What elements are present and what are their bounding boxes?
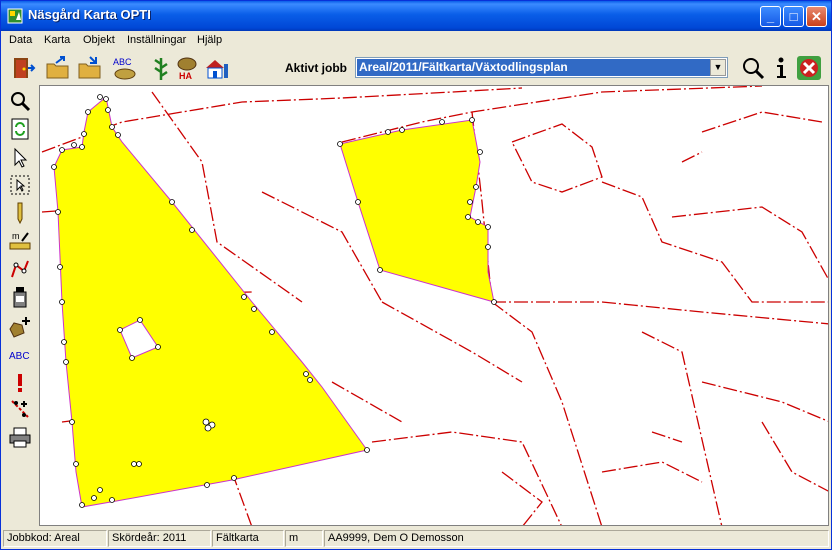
active-job-value: Areal/2011/Fältkarta/Växtodlingsplan: [357, 59, 711, 76]
side-draw-button[interactable]: [8, 201, 32, 225]
zoom-button[interactable]: [739, 54, 767, 82]
side-zoom-button[interactable]: [8, 89, 32, 113]
status-karta: Fältkarta: [212, 530, 284, 547]
hectare-icon: HA: [177, 57, 197, 81]
side-line-edit-button[interactable]: [8, 257, 32, 281]
menu-hjalp[interactable]: Hjälp: [197, 34, 222, 46]
active-job-select[interactable]: Areal/2011/Fältkarta/Växtodlingsplan ▼: [355, 57, 728, 78]
side-measure-button[interactable]: m: [8, 229, 32, 253]
info-icon: [777, 57, 786, 78]
active-job-label: Aktivt jobb: [285, 61, 347, 75]
side-text-button[interactable]: ABC: [8, 343, 32, 367]
svg-text:m: m: [12, 231, 20, 241]
info-button[interactable]: [767, 54, 795, 82]
print-icon: [9, 427, 31, 448]
side-select-button[interactable]: [8, 146, 32, 170]
select-arrow-icon: [14, 147, 28, 168]
labels-button[interactable]: ABC: [111, 54, 139, 82]
menu-objekt[interactable]: Objekt: [83, 34, 115, 46]
close-map-button[interactable]: [795, 54, 823, 82]
zoom-icon: [11, 92, 31, 112]
text-labels-icon: ABC: [113, 57, 136, 80]
sample-bottle-icon: [13, 287, 27, 308]
status-skordear: Skördeår: 2011: [108, 530, 211, 547]
field-polygon-large[interactable]: [53, 96, 368, 508]
menu-installningar[interactable]: Inställningar: [127, 34, 186, 46]
text-icon: ABC: [9, 351, 30, 362]
line-edit-icon: [11, 260, 29, 278]
zoom-icon: [743, 58, 765, 80]
window-title: Näsgård Karta OPTI: [28, 7, 151, 22]
status-jobbkod: Jobbkod: Areal: [3, 530, 107, 547]
side-sample-button[interactable]: [8, 285, 32, 309]
add-field-icon: [9, 317, 30, 338]
close-icon: ✕: [811, 9, 822, 24]
close-map-icon: [797, 56, 821, 80]
maximize-icon: □: [789, 9, 798, 24]
save-folder-icon: [78, 56, 101, 79]
warning-icon: [18, 374, 22, 392]
dropdown-arrow-icon[interactable]: ▼: [710, 59, 726, 76]
status-user: AA9999, Dem O Demosson: [324, 530, 829, 547]
open-button[interactable]: [44, 54, 72, 82]
status-bar: Jobbkod: Areal Skördeår: 2011 Fältkarta …: [1, 528, 831, 549]
open-folder-icon: [46, 56, 69, 79]
pencil-icon: [17, 202, 23, 225]
door-exit-icon: [14, 58, 36, 78]
status-unit: m: [285, 530, 323, 547]
map-canvas[interactable]: [39, 85, 829, 526]
select-area-icon: [10, 175, 30, 195]
crop-plant-icon: [154, 58, 168, 80]
side-select-area-button[interactable]: [8, 173, 32, 197]
side-toolbar: m ABC: [5, 87, 35, 523]
measure-icon: m: [9, 231, 31, 250]
svg-text:ABC: ABC: [113, 57, 132, 67]
side-warning-button[interactable]: [8, 371, 32, 395]
field-map: [41, 86, 828, 525]
maximize-button[interactable]: □: [783, 6, 804, 27]
exit-button[interactable]: [8, 54, 36, 82]
refresh-icon: [11, 118, 29, 140]
save-button[interactable]: [76, 54, 104, 82]
svg-text:ABC: ABC: [9, 351, 30, 362]
side-split-button[interactable]: [8, 397, 32, 421]
crop-button[interactable]: [147, 54, 175, 82]
farm-house-icon: [206, 60, 228, 79]
farm-button[interactable]: [203, 54, 231, 82]
svg-text:HA: HA: [179, 71, 192, 81]
menu-bar: Data Karta Objekt Inställningar Hjälp: [1, 31, 831, 50]
side-add-field-button[interactable]: [8, 315, 32, 339]
field-polygon-small[interactable]: [339, 119, 495, 303]
menu-karta[interactable]: Karta: [44, 34, 70, 46]
side-refresh-button[interactable]: [8, 117, 32, 141]
title-bar[interactable]: Näsgård Karta OPTI _ □ ✕: [1, 1, 831, 31]
minimize-icon: _: [766, 9, 775, 24]
split-icon: [11, 400, 29, 418]
app-icon: [7, 8, 23, 24]
main-toolbar: ABC HA Aktivt jobb Areal/2011/Fältkarta/…: [1, 52, 831, 84]
field-polygons: [53, 96, 495, 508]
side-print-button[interactable]: [8, 425, 32, 449]
close-button[interactable]: ✕: [806, 6, 827, 27]
area-button[interactable]: HA: [175, 54, 203, 82]
app-window: Näsgård Karta OPTI _ □ ✕ Data Karta Obje…: [0, 0, 832, 550]
minimize-button[interactable]: _: [760, 6, 781, 27]
menu-data[interactable]: Data: [9, 34, 32, 46]
